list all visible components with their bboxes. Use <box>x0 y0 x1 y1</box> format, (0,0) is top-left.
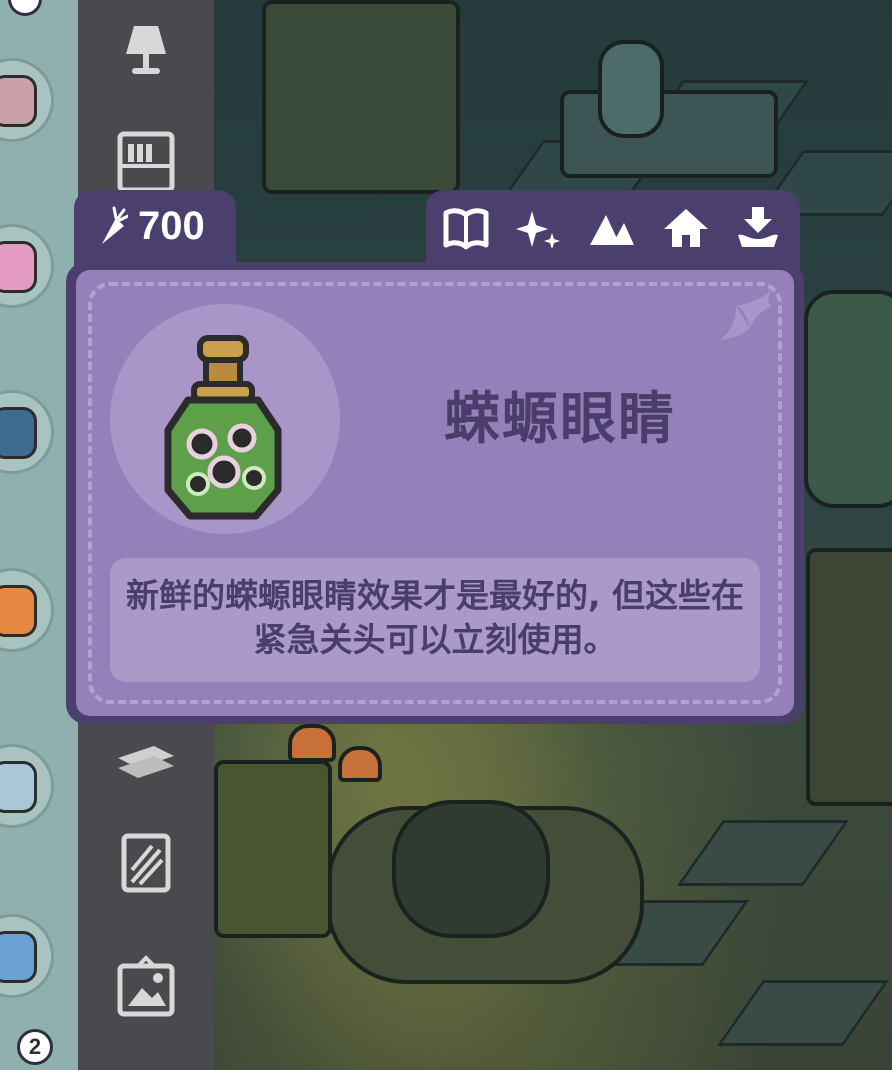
cauldron-furniture[interactable] <box>392 800 550 938</box>
picture-frame-icon[interactable] <box>114 954 178 1018</box>
fish-icon <box>0 407 37 459</box>
inventory-item[interactable] <box>0 58 54 142</box>
carrot-icon <box>96 204 130 248</box>
flower-icon <box>0 241 37 293</box>
fish-icon <box>0 585 37 637</box>
floor-tile <box>716 980 890 1046</box>
item-name: 蝾螈眼睛 <box>444 387 676 452</box>
fish-tail-icon <box>714 284 780 348</box>
inventory-item[interactable] <box>0 224 54 308</box>
inventory-item[interactable] <box>0 744 54 828</box>
bookshelf-furniture[interactable] <box>262 0 460 194</box>
inventory-item[interactable] <box>0 914 54 998</box>
inventory-item[interactable] <box>0 390 54 474</box>
bookshelf-icon[interactable] <box>114 128 178 193</box>
plant-furniture[interactable] <box>804 290 892 508</box>
mushroom-decor <box>338 746 382 782</box>
fish-icon <box>0 761 37 813</box>
inventory-item[interactable] <box>0 568 54 652</box>
currency-amount: 700 <box>138 204 205 248</box>
notification-badge <box>8 0 42 16</box>
floor-tile <box>676 820 850 886</box>
sparkles-icon[interactable] <box>512 204 564 252</box>
newt-eye-potion-icon <box>158 330 288 526</box>
flower-icon <box>0 75 37 127</box>
item-description: 新鲜的蝾螈眼睛效果才是最好的, 但这些在紧急关头可以立刻使用。 <box>125 576 745 659</box>
download-tray-icon[interactable] <box>732 204 784 252</box>
lamp-icon[interactable] <box>114 18 178 82</box>
cabinet-furniture[interactable] <box>806 548 892 806</box>
jug-furniture[interactable] <box>598 40 664 138</box>
house-icon[interactable] <box>660 204 712 252</box>
table-furniture[interactable] <box>560 90 778 178</box>
mushroom-decor <box>288 724 336 762</box>
egg-icon <box>0 931 37 983</box>
crate-furniture[interactable] <box>214 760 332 938</box>
item-count-badge: 2 <box>17 1029 53 1065</box>
mountains-icon[interactable] <box>586 204 638 252</box>
book-icon[interactable] <box>440 204 492 252</box>
wallpaper-icon[interactable] <box>114 830 178 894</box>
wood-planks-icon[interactable] <box>114 728 178 792</box>
